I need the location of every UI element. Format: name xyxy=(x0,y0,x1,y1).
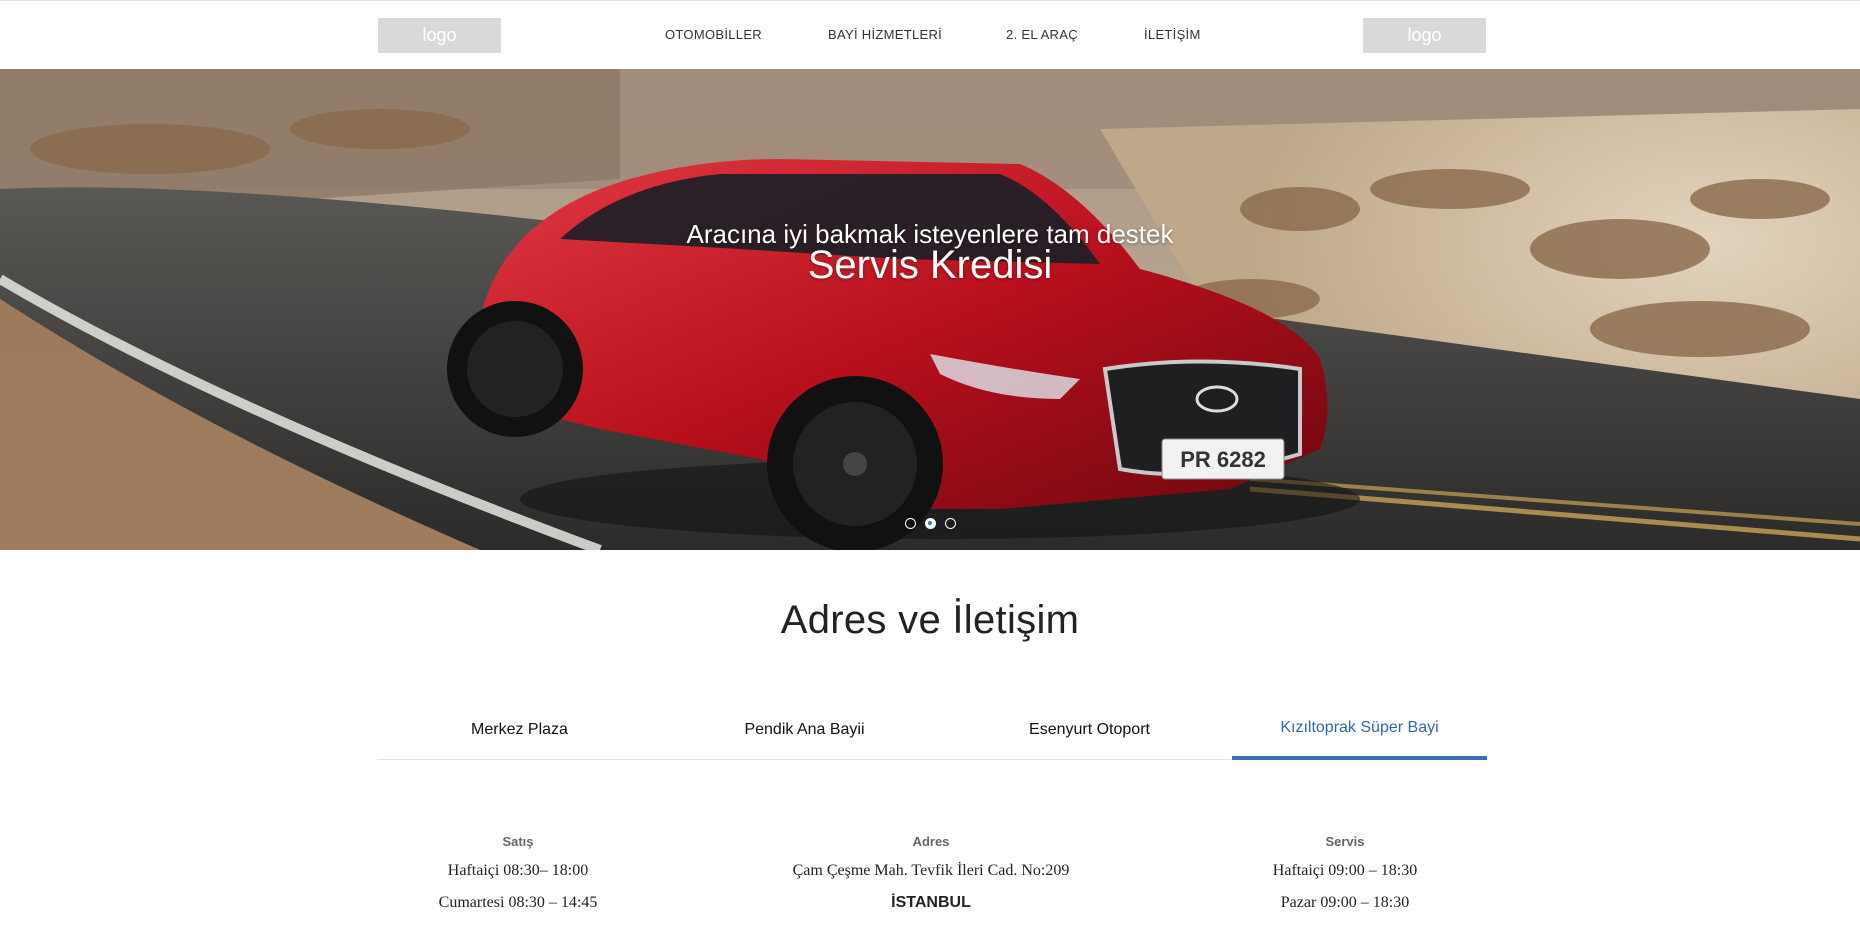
nav-item-iletisim[interactable]: İLETİŞİM xyxy=(1144,27,1201,42)
address-street: Çam Çeşme Mah. Tevfik İleri Cad. No:209 xyxy=(792,862,1070,879)
tab-merkez-plaza[interactable]: Merkez Plaza xyxy=(377,700,662,760)
site-header: logo OTOMOBİLLER BAYİ HİZMETLERİ 2. EL A… xyxy=(0,1,1860,69)
tab-esenyurt-otoport[interactable]: Esenyurt Otoport xyxy=(947,700,1232,760)
sales-saturday-hours: Cumartesi 08:30 – 14:45 xyxy=(438,894,598,911)
service-hours: Servis Haftaiçi 09:00 – 18:30 Pazar 09:0… xyxy=(1145,834,1545,926)
location-tabs: Merkez Plaza Pendik Ana Bayii Esenyurt O… xyxy=(377,700,1487,760)
slider-dot-2[interactable] xyxy=(925,518,936,529)
slider-dots xyxy=(905,518,965,530)
sales-weekday-hours: Haftaiçi 08:30– 18:00 xyxy=(447,862,589,879)
hero-slider[interactable]: PR 6282 Aracına iyi bakmak isteyenlere t… xyxy=(0,69,1860,550)
slider-dot-1[interactable] xyxy=(905,518,916,529)
nav-item-otomobiller[interactable]: OTOMOBİLLER xyxy=(665,27,762,42)
sales-hours: Satış Haftaiçi 08:30– 18:00 Cumartesi 08… xyxy=(318,834,718,926)
main-nav: OTOMOBİLLER BAYİ HİZMETLERİ 2. EL ARAÇ İ… xyxy=(0,1,1860,69)
tab-pendik-ana-bayii[interactable]: Pendik Ana Bayii xyxy=(662,700,947,760)
license-plate-text: PR 6282 xyxy=(1180,447,1266,472)
section-title: Adres ve İletişim xyxy=(780,598,1080,642)
nav-item-ikinci-el-arac[interactable]: 2. EL ARAÇ xyxy=(1006,27,1078,42)
slider-dot-3[interactable] xyxy=(945,518,956,529)
service-weekday-hours: Haftaiçi 09:00 – 18:30 xyxy=(1272,862,1418,879)
address-city: İSTANBUL xyxy=(891,894,971,911)
address-block: Adres Çam Çeşme Mah. Tevfik İleri Cad. N… xyxy=(731,834,1131,926)
hero-image: PR 6282 xyxy=(0,69,1860,550)
service-sunday-hours: Pazar 09:00 – 18:30 xyxy=(1280,894,1410,911)
brand-logo-right[interactable]: logo xyxy=(1363,18,1486,53)
nav-item-bayi-hizmetleri[interactable]: BAYİ HİZMETLERİ xyxy=(828,27,942,42)
hero-title: Servis Kredisi xyxy=(807,243,1053,287)
sales-heading: Satış xyxy=(502,834,534,849)
address-heading: Adres xyxy=(912,834,950,849)
tab-kiziltoprak-super-bayi[interactable]: Kızıltoprak Süper Bayi xyxy=(1232,700,1487,760)
service-heading: Servis xyxy=(1325,834,1365,849)
